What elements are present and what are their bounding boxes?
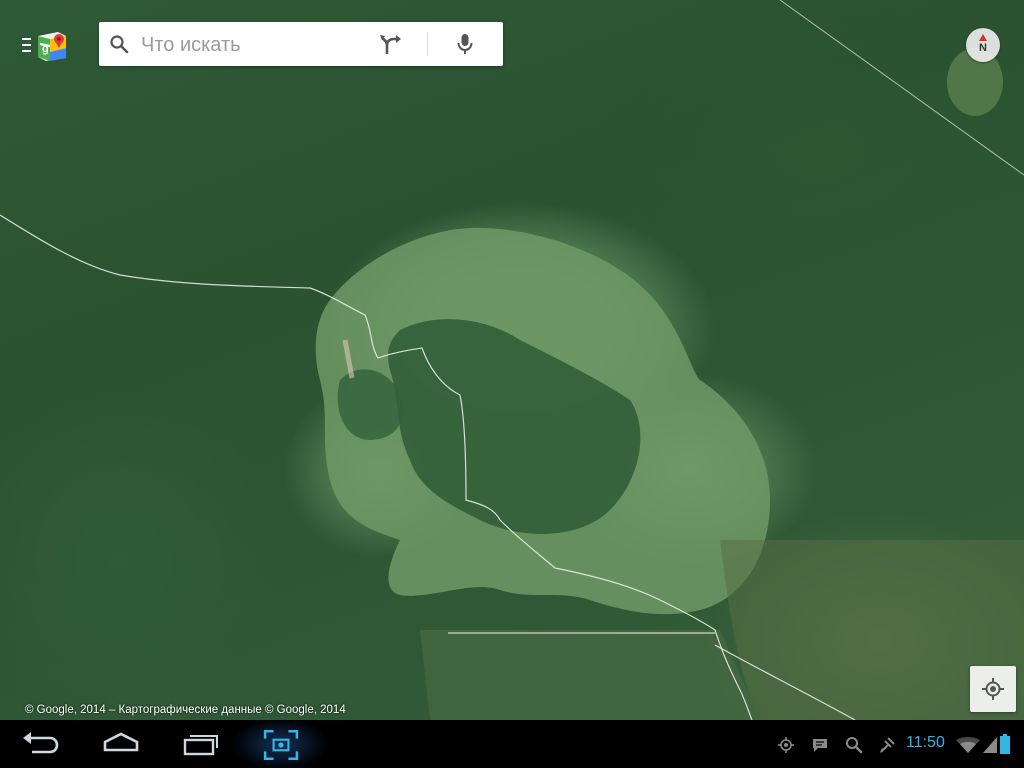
- search-status-icon: [846, 737, 863, 754]
- back-icon[interactable]: [20, 728, 60, 760]
- compass-icon: [979, 34, 987, 41]
- microphone-icon[interactable]: [453, 32, 477, 56]
- map-attribution: © Google, 2014 – Картографические данные…: [25, 704, 346, 716]
- battery-icon: [1000, 734, 1010, 754]
- field-area: [420, 630, 760, 720]
- gps-icon: [778, 737, 794, 753]
- system-navigation-bar: [0, 720, 1024, 768]
- home-icon[interactable]: [101, 728, 141, 760]
- message-icon: [813, 739, 827, 752]
- map-overlay: [0, 0, 1024, 720]
- menu-icon: [22, 38, 31, 52]
- directions-icon[interactable]: [377, 32, 405, 56]
- compass-label: N: [979, 42, 987, 54]
- svg-text:g: g: [42, 43, 49, 55]
- search-divider: [427, 32, 428, 56]
- wifi-icon: [956, 737, 980, 753]
- my-location-button[interactable]: [970, 666, 1016, 712]
- screenshot-icon[interactable]: [263, 729, 299, 761]
- status-clock: 11:50: [906, 734, 945, 751]
- usb-debug-icon: [880, 737, 895, 753]
- search-input[interactable]: [139, 30, 363, 60]
- my-location-icon: [982, 678, 1004, 700]
- satellite-map[interactable]: [0, 0, 1024, 720]
- maps-app: g N: [0, 0, 1024, 768]
- compass-button[interactable]: N: [966, 28, 1000, 62]
- recent-apps-icon[interactable]: [181, 728, 221, 760]
- search-bar: [99, 22, 503, 66]
- google-maps-logo-icon: g: [38, 32, 66, 61]
- signal-icon: [983, 737, 997, 753]
- search-icon[interactable]: [109, 34, 129, 54]
- menu-button[interactable]: g: [20, 30, 70, 62]
